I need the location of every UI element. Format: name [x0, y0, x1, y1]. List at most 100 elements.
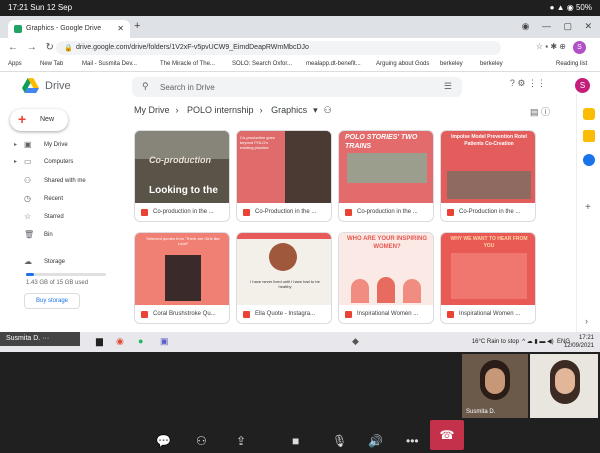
- app-icon[interactable]: ◆: [352, 336, 359, 347]
- spotify-icon[interactable]: ●: [138, 336, 143, 346]
- calendar-icon[interactable]: [583, 108, 595, 120]
- storage-bar: [26, 273, 106, 276]
- bin-icon: 🗑: [24, 230, 35, 239]
- expand-icon[interactable]: ▸: [14, 141, 17, 148]
- status-time: 17:21 Sun 12 Sep: [8, 3, 73, 12]
- chevron-down-icon[interactable]: ▾: [313, 105, 318, 115]
- bookmark-mail[interactable]: Mail - Susmita Dev...: [82, 61, 137, 67]
- nav-label: My Drive: [44, 142, 68, 148]
- url-input[interactable]: 🔒 drive.google.com/drive/folders/1V2xF-v…: [56, 41, 501, 55]
- nav-bin[interactable]: 🗑 Bin: [14, 229, 124, 243]
- nav-label: Starred: [44, 214, 64, 220]
- shared-folder-icon: ⚇: [323, 105, 332, 115]
- bookmark-miracle[interactable]: The Miracle of The...: [160, 61, 215, 67]
- microphone-icon[interactable]: 🎙: [332, 434, 347, 448]
- phone-icon: ☎: [439, 428, 455, 442]
- window-controls[interactable]: ◉ — ▢ ✕: [522, 21, 592, 32]
- camera-icon[interactable]: ■: [292, 434, 299, 448]
- file-card[interactable]: I have never lived until I have had to b…: [236, 232, 332, 324]
- presenter-name: Susmita D.: [6, 335, 41, 342]
- chrome-icon[interactable]: ◉: [116, 336, 124, 347]
- participant-name: Susmita D.: [466, 409, 496, 415]
- search-input[interactable]: ⚲ Search in Drive ☰: [132, 77, 462, 97]
- bookmark-berkeley-2[interactable]: berkeley: [480, 61, 503, 67]
- nav-shared[interactable]: ⚇ Shared with me: [14, 175, 124, 189]
- nav-storage[interactable]: ☁ Storage: [14, 256, 124, 270]
- file-name: Ella Quote - Instagra...: [255, 311, 316, 317]
- new-tab-icon[interactable]: +: [134, 20, 140, 32]
- bookmark-new-tab[interactable]: New Tab: [40, 61, 63, 67]
- lock-icon: 🔒: [64, 45, 73, 52]
- reading-list[interactable]: Reading list: [556, 61, 587, 67]
- image-file-icon: [345, 311, 352, 318]
- file-card[interactable]: Selected quotes from 'There are Girls li…: [134, 232, 230, 324]
- file-card[interactable]: POLO STORIES' TWO TRAINS Co-production i…: [338, 130, 434, 222]
- file-caption: Inspirational Women ...: [339, 305, 433, 323]
- chevron-right-icon[interactable]: ›: [585, 316, 588, 326]
- participants-icon[interactable]: ⚇: [196, 434, 207, 448]
- help-settings-icon[interactable]: ? ⚙ ⋮⋮: [510, 78, 546, 89]
- file-card[interactable]: Co-production Looking to the Co-producti…: [134, 130, 230, 222]
- profile-avatar[interactable]: S: [573, 41, 586, 54]
- file-caption: Co-production in the ...: [339, 203, 433, 221]
- battery-indicator: ● ▲ ◉ 50%: [549, 3, 592, 12]
- tab-title: Graphics - Google Drive: [26, 25, 102, 32]
- browser-tab[interactable]: Graphics - Google Drive ✕: [8, 20, 130, 38]
- crumb-polo[interactable]: POLO internship: [187, 105, 254, 115]
- buy-storage-button[interactable]: Buy storage: [24, 293, 80, 309]
- nav-computers[interactable]: ▸ ▭ Computers: [14, 156, 124, 170]
- hang-up-button[interactable]: ☎: [430, 420, 464, 450]
- keep-icon[interactable]: [583, 130, 595, 142]
- taskbar-clock: 17:21 12/09/2021: [564, 334, 594, 350]
- bookmark-mealapp[interactable]: mealapp.dt-benefit...: [306, 61, 361, 67]
- files-icon[interactable]: ▆: [96, 336, 103, 347]
- view-info-icon[interactable]: ▤ ⓘ: [530, 105, 550, 118]
- extensions-icon[interactable]: ☆ ▪ ✱ ⊕: [536, 42, 566, 51]
- nav-label: Bin: [44, 232, 53, 238]
- self-face: [555, 368, 575, 394]
- nav-starred[interactable]: ☆ Starred: [14, 211, 124, 225]
- tasks-icon[interactable]: [583, 154, 595, 166]
- thumbnail-text-block: [451, 253, 527, 299]
- thumbnail-text: Co-production: [149, 155, 211, 165]
- bookmark-apps[interactable]: Apps: [8, 61, 22, 67]
- share-screen-icon[interactable]: ⇪: [236, 434, 246, 448]
- file-caption: Ella Quote - Instagra...: [237, 305, 331, 323]
- nav-recent[interactable]: ◷ Recent: [14, 193, 124, 207]
- nav-my-drive[interactable]: ▸ ▣ My Drive: [14, 139, 124, 153]
- bookmark-arguing[interactable]: Arguing about Gods: [376, 61, 429, 67]
- file-caption: Co-Production in the ...: [237, 203, 331, 221]
- speaker-icon[interactable]: 🔊: [368, 434, 383, 448]
- address-bar-row: ← → ↻ 🔒 drive.google.com/drive/folders/1…: [0, 38, 600, 58]
- thumbnail-text: WHY WE WANT TO HEAR FROM YOU: [450, 236, 528, 249]
- close-tab-icon[interactable]: ✕: [117, 24, 124, 33]
- image-file-icon: [447, 209, 454, 216]
- file-card[interactable]: Co-production goes beyond POLO's existin…: [236, 130, 332, 222]
- image-file-icon: [141, 209, 148, 216]
- expand-icon[interactable]: ▸: [14, 158, 17, 165]
- more-icon[interactable]: ···: [42, 335, 49, 342]
- thumbnail-photo: [347, 153, 427, 183]
- file-card[interactable]: Impolse Model Prevention Rotel Patients …: [440, 130, 536, 222]
- user-avatar[interactable]: S: [575, 78, 590, 93]
- chevron-right-icon: ›: [175, 105, 179, 115]
- file-card[interactable]: WHY WE WANT TO HEAR FROM YOU Inspiration…: [440, 232, 536, 324]
- participant-face: [485, 368, 505, 394]
- crumb-graphics[interactable]: Graphics: [271, 105, 307, 115]
- add-addon-icon[interactable]: +: [585, 202, 591, 213]
- file-card[interactable]: WHO ARE YOUR INSPIRING WOMEN? Inspiratio…: [338, 232, 434, 324]
- search-placeholder: Search in Drive: [160, 83, 215, 92]
- url-text: drive.google.com/drive/folders/1V2xF-v5p…: [76, 44, 309, 51]
- filter-icon[interactable]: ☰: [444, 81, 452, 92]
- nav-buttons-icon[interactable]: ← → ↻: [8, 42, 54, 53]
- participant-video[interactable]: Susmita D.: [462, 354, 528, 418]
- chat-icon[interactable]: 💬: [156, 434, 171, 448]
- self-video[interactable]: [530, 354, 598, 418]
- meeting-area: Susmita D. 💬 ⚇ ⇪ ■ 🎙 🔊 •••: [0, 352, 600, 453]
- bookmark-solo[interactable]: SOLO: Search Oxfor...: [232, 61, 292, 67]
- more-options-icon[interactable]: •••: [406, 434, 419, 448]
- bookmark-berkeley-1[interactable]: berkeley: [440, 61, 463, 67]
- teams-icon[interactable]: ▣: [160, 336, 169, 347]
- new-button[interactable]: + New: [10, 109, 68, 131]
- crumb-my-drive[interactable]: My Drive: [134, 105, 170, 115]
